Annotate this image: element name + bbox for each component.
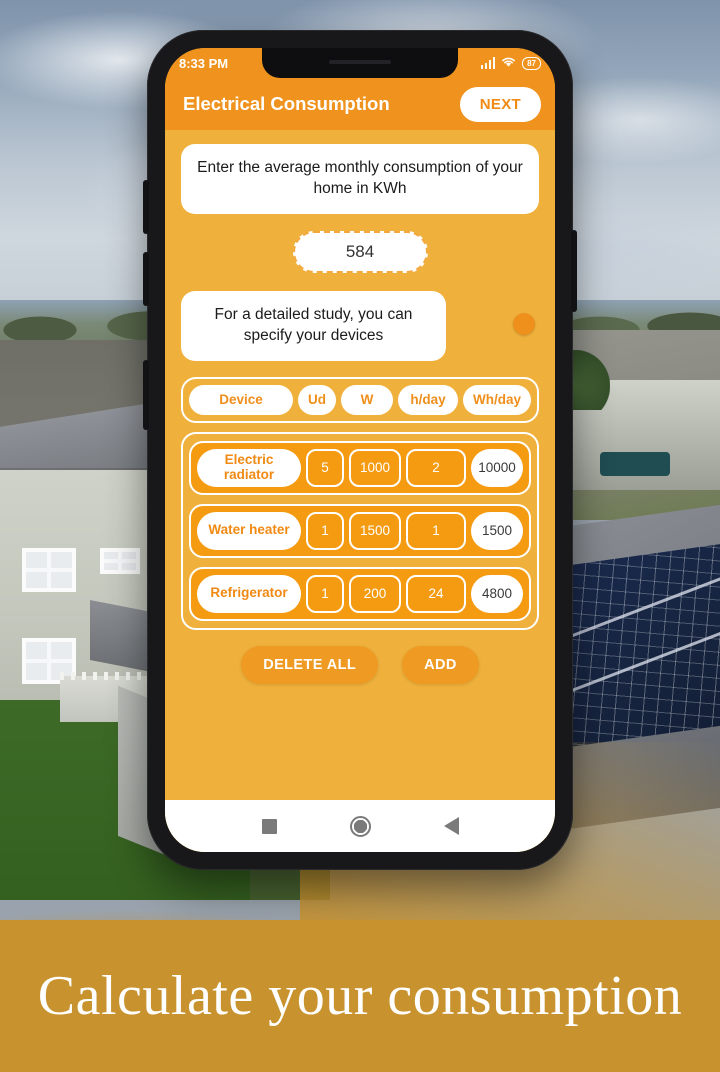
status-time: 8:33 PM — [179, 55, 229, 71]
display-notch — [262, 48, 458, 78]
volume-up-button[interactable] — [143, 180, 149, 234]
action-buttons: DELETE ALL ADD — [181, 645, 539, 684]
wifi-icon — [501, 56, 516, 71]
battery-icon: 87 — [522, 56, 541, 70]
column-header-device: Device — [189, 384, 293, 415]
house-window — [22, 548, 76, 592]
kwh-input[interactable] — [292, 230, 428, 273]
table-row[interactable]: Water heater 1 1500 1 1500 — [189, 503, 531, 558]
earpiece-speaker — [329, 60, 391, 64]
device-name-field[interactable]: Electric radiator — [197, 448, 301, 487]
phone-mockup: 8:33 PM 87 Electrical Consumption NEXT E… — [143, 30, 577, 870]
consumption-prompt-card: Enter the average monthly consumption of… — [181, 144, 539, 214]
power-button[interactable] — [143, 360, 149, 430]
device-list[interactable]: Electric radiator 5 1000 2 10000 Water h… — [181, 431, 539, 630]
right-side-button[interactable] — [571, 230, 577, 312]
banner-headline: Calculate your consumption — [37, 965, 683, 1027]
device-hours-field[interactable]: 1 — [406, 511, 466, 550]
device-watt-field[interactable]: 200 — [349, 574, 401, 613]
app-content: Enter the average monthly consumption of… — [165, 130, 555, 852]
device-table-header: Device Ud W h/day Wh/day — [181, 376, 539, 423]
phone-screen: 8:33 PM 87 Electrical Consumption NEXT E… — [165, 48, 555, 852]
device-name-field[interactable]: Refrigerator — [197, 574, 301, 613]
triangle-back-icon[interactable] — [443, 817, 459, 835]
delete-all-button[interactable]: DELETE ALL — [241, 645, 379, 684]
table-row[interactable]: Refrigerator 1 200 24 4800 — [189, 566, 531, 621]
square-recents-icon[interactable] — [261, 818, 277, 834]
parked-truck — [600, 452, 670, 476]
device-watt-field[interactable]: 1500 — [349, 511, 401, 550]
device-total-field: 10000 — [471, 448, 523, 487]
device-ud-field[interactable]: 1 — [306, 511, 344, 550]
device-watt-field[interactable]: 1000 — [349, 448, 401, 487]
device-ud-field[interactable]: 1 — [306, 574, 344, 613]
detail-toggle-dot[interactable] — [513, 313, 535, 335]
android-nav-bar — [165, 800, 555, 852]
add-button[interactable]: ADD — [402, 645, 479, 684]
device-total-field: 1500 — [471, 511, 523, 550]
column-header-ud: Ud — [298, 384, 336, 415]
app-header: Electrical Consumption NEXT — [165, 78, 555, 130]
device-hours-field[interactable]: 2 — [406, 448, 466, 487]
volume-down-button[interactable] — [143, 252, 149, 306]
device-ud-field[interactable]: 5 — [306, 448, 344, 487]
table-row[interactable]: Electric radiator 5 1000 2 10000 — [189, 440, 531, 495]
circle-home-icon[interactable] — [349, 815, 371, 837]
device-name-field[interactable]: Water heater — [197, 511, 301, 550]
house-window — [100, 548, 140, 574]
next-button[interactable]: NEXT — [459, 86, 541, 122]
promo-banner: Calculate your consumption — [0, 920, 720, 1072]
signal-bars-icon — [480, 57, 496, 69]
detailed-study-card: For a detailed study, you can specify yo… — [181, 290, 446, 361]
kwh-input-wrapper — [181, 230, 539, 273]
column-header-hday: h/day — [398, 384, 458, 415]
column-header-w: W — [341, 384, 393, 415]
device-hours-field[interactable]: 24 — [406, 574, 466, 613]
column-header-whday: Wh/day — [463, 384, 531, 415]
device-total-field: 4800 — [471, 574, 523, 613]
page-title: Electrical Consumption — [183, 93, 390, 114]
